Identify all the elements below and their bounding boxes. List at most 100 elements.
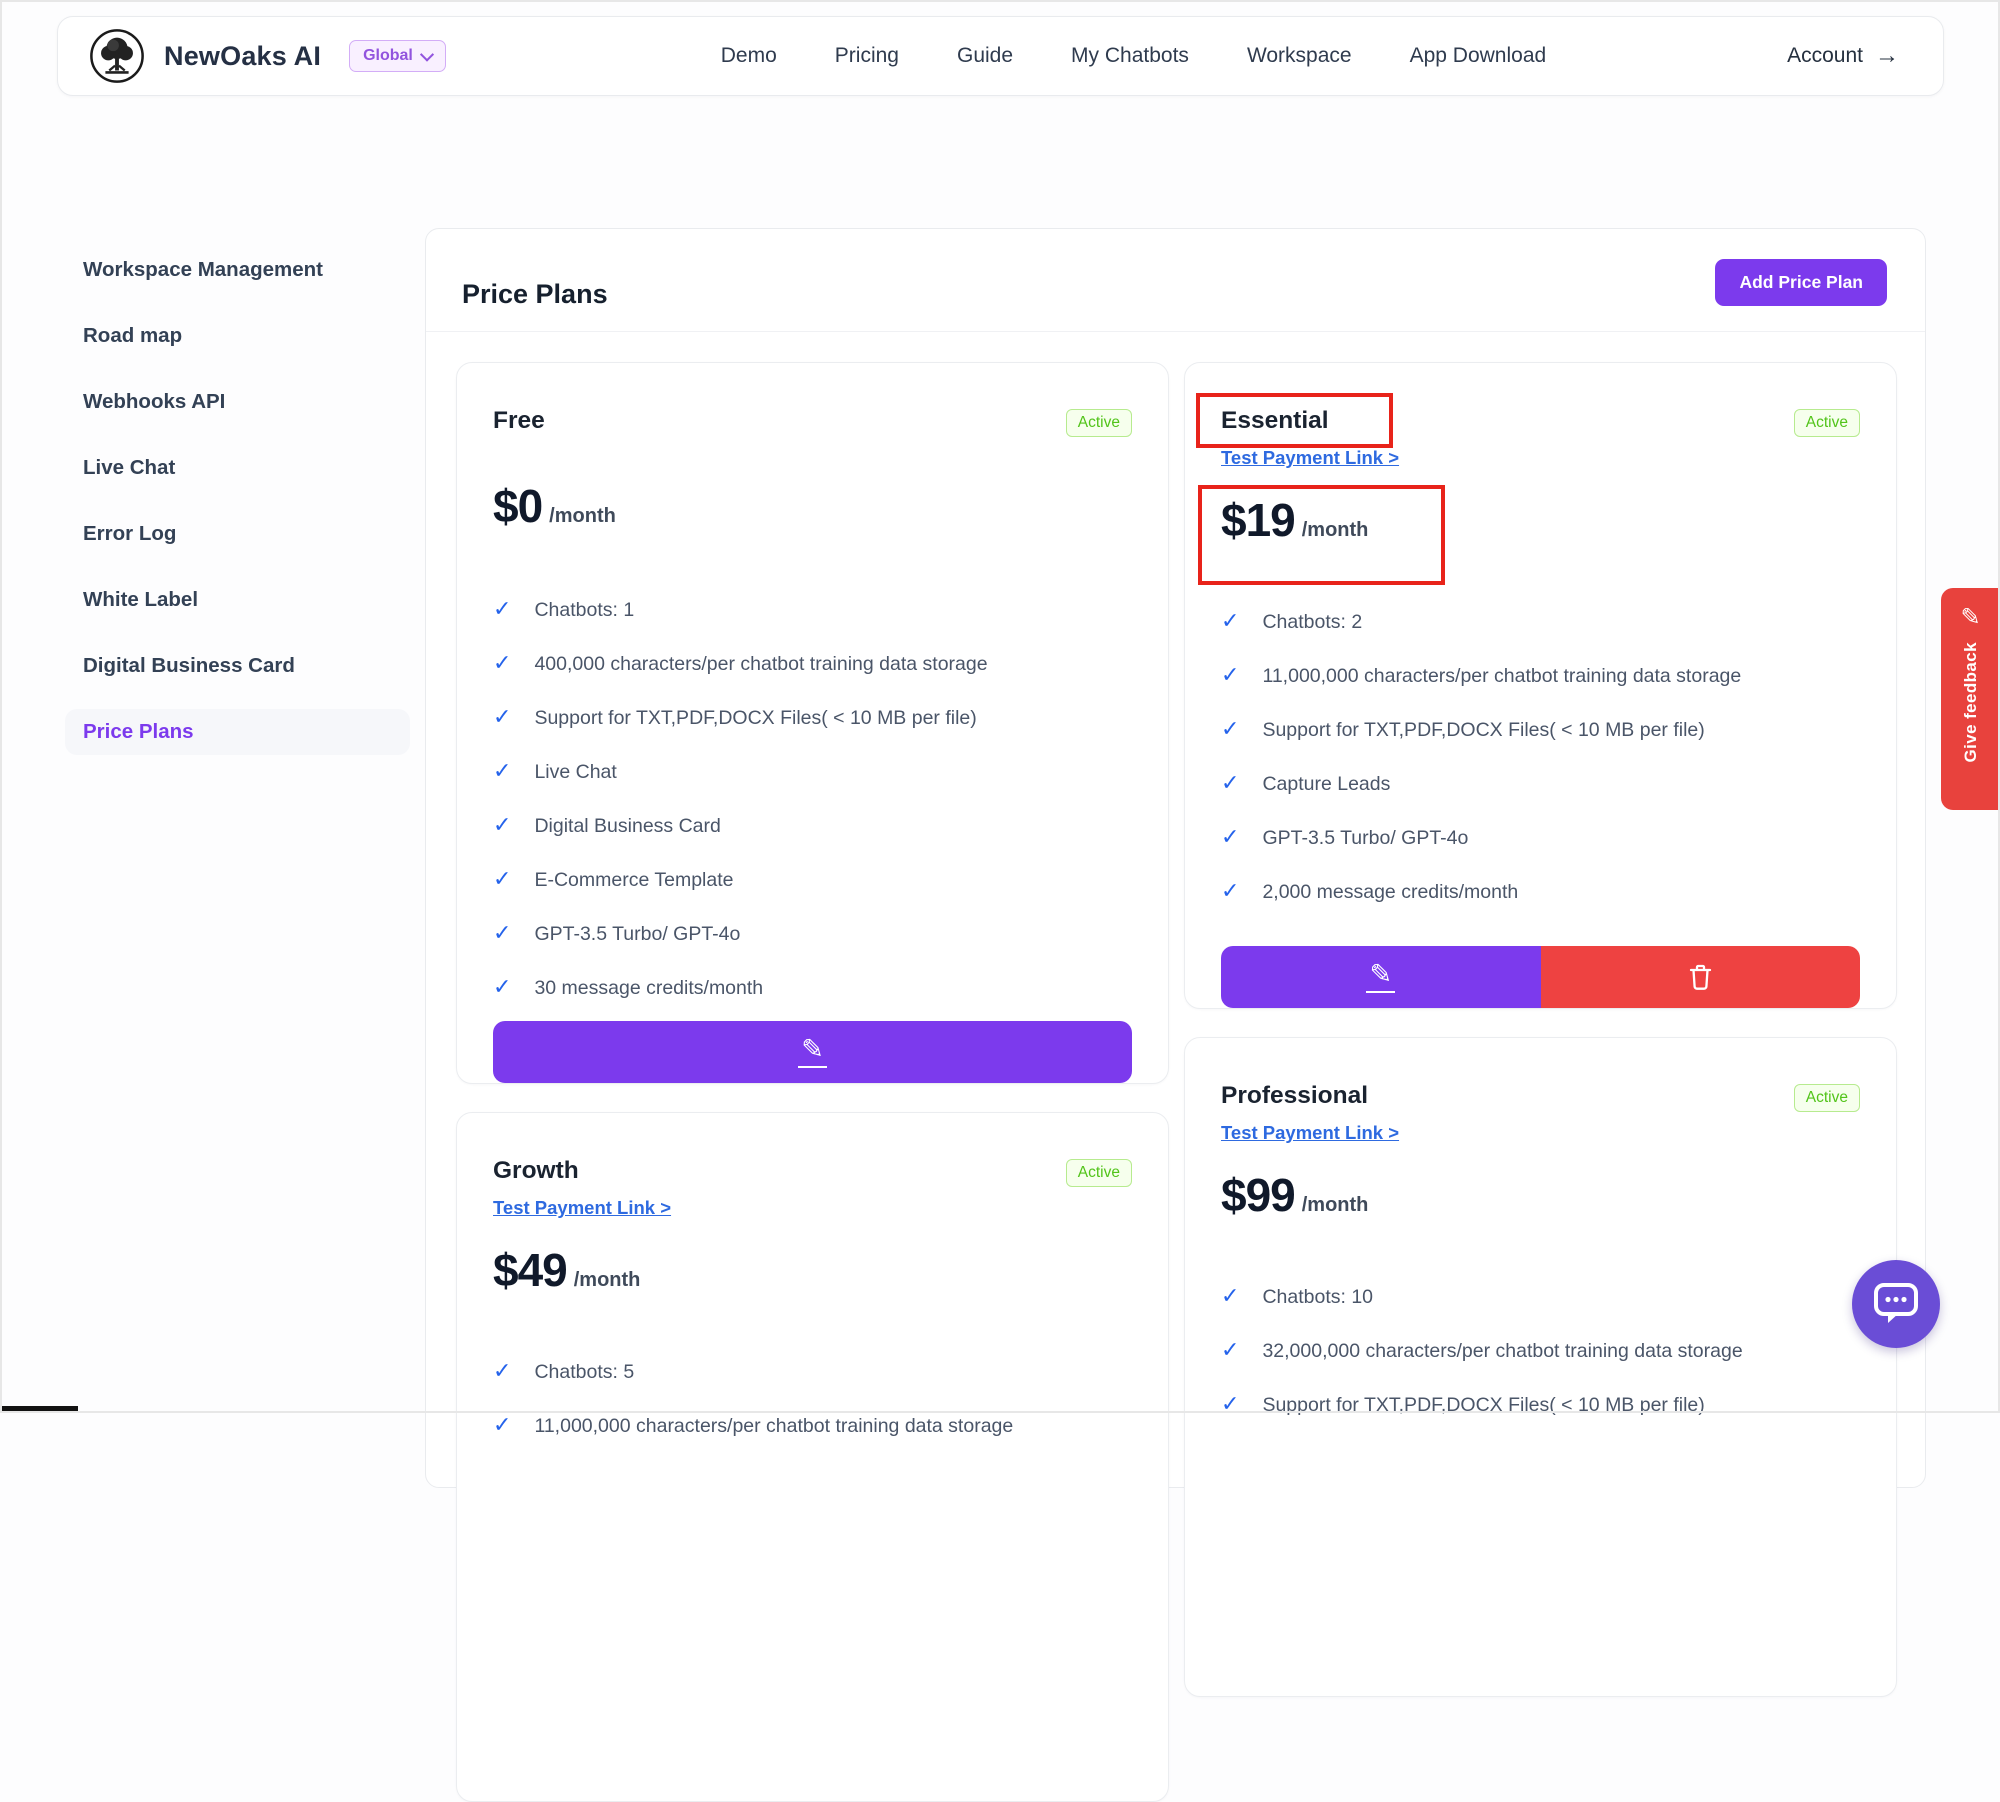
plan-price-row: $99 /month xyxy=(1221,1160,1860,1240)
feature-row: ✓ Chatbots: 5 xyxy=(493,1359,1132,1385)
feature-text: 11,000,000 characters/per chatbot traini… xyxy=(534,1413,1013,1439)
feature-row: ✓ 11,000,000 characters/per chatbot trai… xyxy=(1221,663,1860,689)
delete-plan-button[interactable] xyxy=(1541,946,1861,1008)
plan-period: /month xyxy=(1302,495,1369,565)
feature-text: Support for TXT,PDF,DOCX Files( < 10 MB … xyxy=(1262,717,1704,743)
feature-row: ✓ 30 message credits/month xyxy=(493,975,1132,1001)
plan-price-row: $0 /month xyxy=(493,471,1132,551)
feature-text: Digital Business Card xyxy=(534,813,720,839)
status-badge: Active xyxy=(1066,409,1132,437)
plan-actions: ✎ xyxy=(1221,946,1860,1008)
feature-row: ✓ Chatbots: 1 xyxy=(493,597,1132,623)
nav-link[interactable]: Guide xyxy=(957,44,1013,68)
feature-text: 11,000,000 characters/per chatbot traini… xyxy=(1262,663,1741,689)
edit-pencil-icon: ✎ xyxy=(798,1036,827,1068)
sidebar-item[interactable]: Live Chat xyxy=(65,445,410,491)
plan-price: $49 xyxy=(493,1235,567,1305)
add-price-plan-button[interactable]: Add Price Plan xyxy=(1715,259,1887,306)
region-selector[interactable]: Global xyxy=(349,40,446,72)
plan-name: Professional xyxy=(1221,1082,1368,1110)
nav-link[interactable]: Pricing xyxy=(835,44,899,68)
feature-row: ✓ Support for TXT,PDF,DOCX Files( < 10 M… xyxy=(493,705,1132,731)
plan-card-header: Professional Active xyxy=(1221,1082,1860,1112)
plan-price: $0 xyxy=(493,471,542,541)
top-navbar: NewOaks AI Global Demo Pricing Guide My Cha… xyxy=(57,16,1944,96)
sidebar-item[interactable]: Workspace Management xyxy=(65,247,410,293)
feature-row: ✓ Support for TXT,PDF,DOCX Files( < 10 M… xyxy=(1221,717,1860,743)
sidebar-item[interactable]: White Label xyxy=(65,577,410,623)
newoaks-logo-icon xyxy=(88,27,146,85)
status-badge: Active xyxy=(1066,1159,1132,1187)
plan-price-row: $49 /month xyxy=(493,1235,1132,1315)
feature-text: Capture Leads xyxy=(1262,771,1390,797)
sidebar-item[interactable]: Road map xyxy=(65,313,410,359)
feature-text: Support for TXT,PDF,DOCX Files( < 10 MB … xyxy=(1262,1392,1704,1418)
edit-plan-button[interactable]: ✎ xyxy=(493,1021,1132,1083)
check-icon: ✓ xyxy=(1221,1284,1239,1308)
feature-text: Chatbots: 2 xyxy=(1262,609,1362,635)
feature-text: Live Chat xyxy=(534,759,616,785)
nav-link[interactable]: My Chatbots xyxy=(1071,44,1189,68)
feature-text: Chatbots: 1 xyxy=(534,597,634,623)
edit-plan-button[interactable]: ✎ xyxy=(1221,946,1541,1008)
brand: NewOaks AI Global xyxy=(88,27,446,85)
plan-column-left: Free Active $0 /month ✓ Chatbots: 1 ✓ 40… xyxy=(456,362,1169,1802)
plan-actions: ✎ xyxy=(493,1021,1132,1083)
feature-row: ✓ 32,000,000 characters/per chatbot trai… xyxy=(1221,1338,1860,1364)
test-payment-link[interactable]: Test Payment Link > xyxy=(1221,1122,1399,1144)
plan-card-header: Essential Active xyxy=(1221,407,1860,437)
status-badge: Active xyxy=(1794,1084,1860,1112)
check-icon: ✓ xyxy=(493,597,511,621)
feature-row: ✓ 2,000 message credits/month xyxy=(1221,879,1860,905)
plan-card: Professional Active Test Payment Link > … xyxy=(1184,1037,1897,1697)
check-icon: ✓ xyxy=(493,813,511,837)
feature-row: ✓ Chatbots: 2 xyxy=(1221,609,1860,635)
plan-card: Essential Active Test Payment Link > $19… xyxy=(1184,362,1897,1009)
check-icon: ✓ xyxy=(1221,609,1239,633)
feature-list: ✓ Chatbots: 2 ✓ 11,000,000 characters/pe… xyxy=(1221,609,1860,905)
feature-row: ✓ E-Commerce Template xyxy=(493,867,1132,893)
feature-text: 400,000 characters/per chatbot training … xyxy=(534,651,987,677)
check-icon: ✓ xyxy=(493,867,511,891)
feature-row: ✓ Support for TXT,PDF,DOCX Files( < 10 M… xyxy=(1221,1392,1860,1418)
test-payment-link[interactable]: Test Payment Link > xyxy=(493,1197,671,1219)
feature-row: ✓ 11,000,000 characters/per chatbot trai… xyxy=(493,1413,1132,1439)
account-button[interactable]: Account → xyxy=(1781,43,1905,69)
feature-row: ✓ GPT-3.5 Turbo/ GPT-4o xyxy=(493,921,1132,947)
nav-link[interactable]: Workspace xyxy=(1247,44,1352,68)
plan-period: /month xyxy=(574,1245,641,1315)
feedback-label: Give feedback xyxy=(1961,642,1981,762)
feature-text: 2,000 message credits/month xyxy=(1262,879,1518,905)
sidebar-item[interactable]: Digital Business Card xyxy=(65,643,410,689)
check-icon: ✓ xyxy=(493,759,511,783)
sidebar-item[interactable]: Webhooks API xyxy=(65,379,410,425)
plan-name: Essential xyxy=(1221,407,1329,435)
feature-text: GPT-3.5 Turbo/ GPT-4o xyxy=(1262,825,1468,851)
nav-link[interactable]: Demo xyxy=(721,44,777,68)
sidebar-item[interactable]: Error Log xyxy=(65,511,410,557)
chat-launcher-button[interactable] xyxy=(1852,1260,1940,1348)
sidebar-item[interactable]: Price Plans xyxy=(65,709,410,755)
feature-row: ✓ Chatbots: 10 xyxy=(1221,1284,1860,1310)
trash-icon xyxy=(1688,963,1713,991)
plan-name: Growth xyxy=(493,1157,579,1185)
plan-name: Free xyxy=(493,407,545,435)
edit-pencil-icon: ✎ xyxy=(1366,961,1395,993)
test-payment-link[interactable]: Test Payment Link > xyxy=(1221,447,1399,469)
check-icon: ✓ xyxy=(493,651,511,675)
feature-list: ✓ Chatbots: 1 ✓ 400,000 characters/per c… xyxy=(493,597,1132,1001)
give-feedback-tab[interactable]: ✎ Give feedback xyxy=(1941,588,2000,810)
plan-card: Growth Active Test Payment Link > $49 /m… xyxy=(456,1112,1169,1802)
feature-text: E-Commerce Template xyxy=(534,867,733,893)
plan-price-row: $19 /month xyxy=(1221,485,1860,565)
check-icon: ✓ xyxy=(1221,663,1239,687)
plan-card: Free Active $0 /month ✓ Chatbots: 1 ✓ 40… xyxy=(456,362,1169,1084)
feature-row: ✓ Capture Leads xyxy=(1221,771,1860,797)
check-icon: ✓ xyxy=(1221,717,1239,741)
feature-row: ✓ GPT-3.5 Turbo/ GPT-4o xyxy=(1221,825,1860,851)
nav-link[interactable]: App Download xyxy=(1410,44,1547,68)
check-icon: ✓ xyxy=(1221,1392,1239,1416)
feature-text: 30 message credits/month xyxy=(534,975,763,1001)
plan-period: /month xyxy=(549,481,616,551)
price-plans-panel: Price Plans Add Price Plan Free Active $… xyxy=(425,228,1926,1488)
